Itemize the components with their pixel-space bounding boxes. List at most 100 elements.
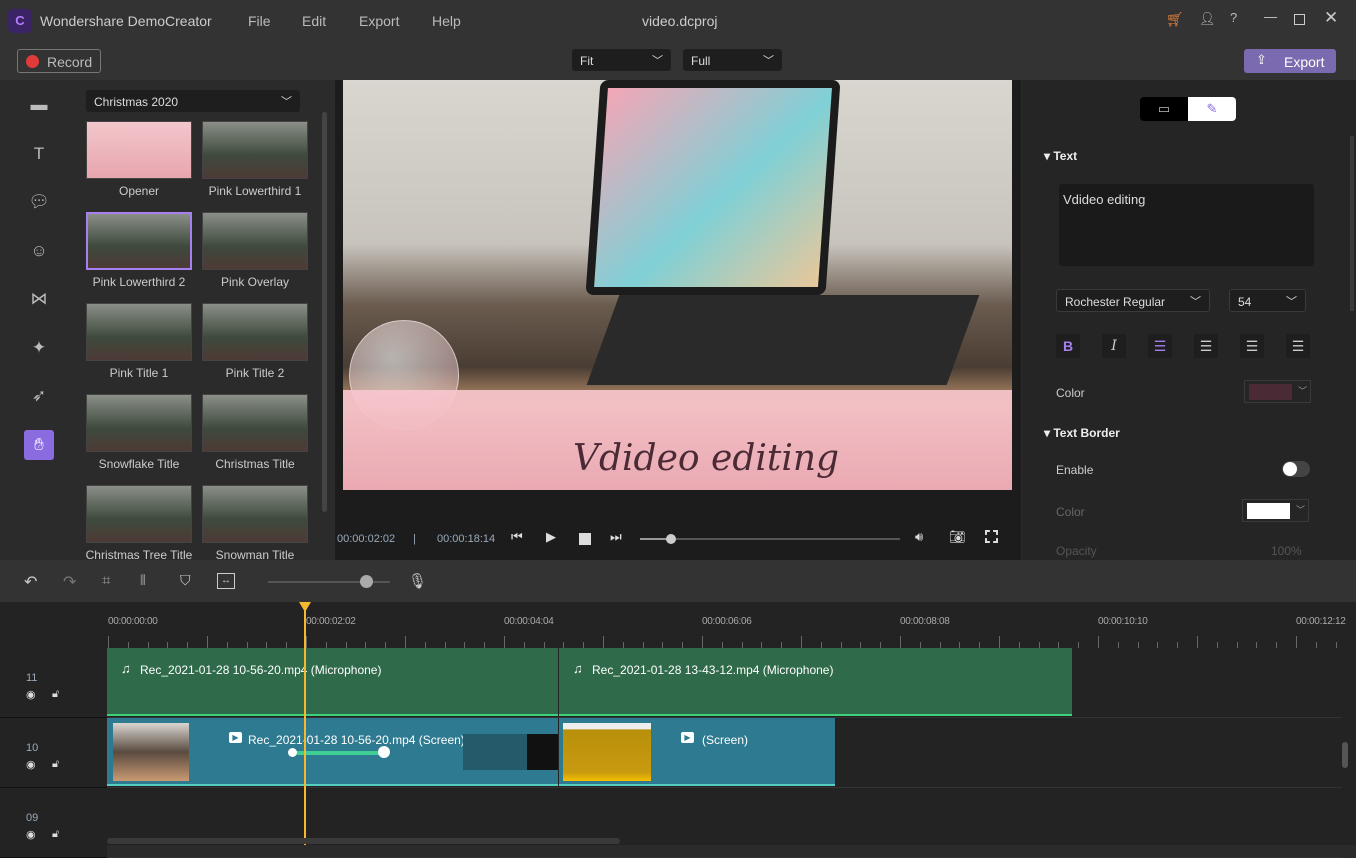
timeline-zoom-slider[interactable]: [268, 575, 390, 588]
text-input[interactable]: Vdideo editing: [1059, 184, 1314, 266]
italic-button[interactable]: I: [1102, 334, 1126, 358]
volume-icon[interactable]: 🔊︎: [915, 529, 923, 545]
category-select[interactable]: Christmas 2020 ﹀: [86, 90, 300, 112]
template-thumbnail[interactable]: [202, 485, 308, 543]
opacity-label: Opacity: [1056, 544, 1097, 558]
track-header: 11 ◉ 🔓︎: [0, 648, 107, 718]
template-thumbnail[interactable]: [86, 303, 192, 361]
text-color-picker[interactable]: ﹀: [1244, 380, 1311, 403]
menu-export[interactable]: Export: [359, 13, 399, 29]
playhead-handle[interactable]: [299, 602, 311, 612]
template-thumbnail[interactable]: [202, 394, 308, 452]
timeline-scrollbar[interactable]: [107, 838, 620, 844]
menu-edit[interactable]: Edit: [302, 13, 326, 29]
minimize-icon[interactable]: —: [1264, 9, 1277, 24]
audio-clip[interactable]: ♫ Rec_2021-01-28 10-56-20.mp4 (Microphone…: [107, 648, 558, 716]
bold-button[interactable]: B: [1056, 334, 1080, 358]
text-section-header[interactable]: ▾ Text: [1044, 149, 1077, 163]
close-icon[interactable]: ✕: [1324, 8, 1338, 28]
ruler-tick: [801, 636, 802, 648]
annotation-icon[interactable]: 💬︎: [24, 187, 54, 217]
properties-panel: ▭ ✎ ▾ Text Vdideo editing Rochester Regu…: [1022, 80, 1356, 560]
time-tick-label: 00:00:04:04: [504, 616, 554, 627]
fit-timeline-icon[interactable]: ↔: [217, 573, 235, 589]
app-logo: C: [8, 9, 32, 33]
font-select[interactable]: Rochester Regular ﹀: [1056, 289, 1210, 312]
audio-clip[interactable]: ♫ Rec_2021-01-28 13-43-12.mp4 (Microphone…: [559, 648, 1072, 716]
zoom-knob[interactable]: [359, 575, 373, 588]
border-color-picker[interactable]: ﹀: [1242, 499, 1309, 522]
motion-start-point[interactable]: [288, 748, 297, 757]
ruler-tick: [108, 636, 109, 648]
crop-icon[interactable]: ⌗: [102, 572, 110, 589]
record-button[interactable]: Record: [17, 49, 101, 73]
template-thumbnail[interactable]: [86, 394, 192, 452]
effects-icon[interactable]: ✦: [24, 333, 54, 363]
stop-icon[interactable]: [579, 533, 591, 545]
folder-icon[interactable]: ▬: [24, 90, 54, 120]
enable-toggle[interactable]: [1282, 461, 1310, 477]
lock-icon[interactable]: 🔓︎: [52, 758, 59, 771]
template-thumbnail[interactable]: [86, 121, 192, 179]
play-icon[interactable]: ▶︎: [546, 529, 556, 545]
redo-icon[interactable]: ↷: [63, 572, 76, 592]
playback-slider[interactable]: [640, 534, 900, 544]
playback-knob[interactable]: [666, 534, 677, 544]
snapshot-icon[interactable]: 📷︎: [949, 529, 966, 545]
transition-icon[interactable]: ⋈: [24, 284, 54, 314]
eye-icon[interactable]: ◉: [26, 828, 36, 841]
motion-end-point[interactable]: [378, 746, 390, 758]
next-frame-icon[interactable]: ⏭︎: [610, 529, 622, 545]
microphone-icon[interactable]: 🎙︎: [408, 572, 427, 590]
font-value: Rochester Regular: [1065, 295, 1166, 309]
split-icon[interactable]: ⫴: [140, 572, 146, 589]
eye-icon[interactable]: ◉: [26, 758, 36, 771]
undo-icon[interactable]: ↶: [24, 572, 37, 592]
zoom-select[interactable]: Fit ﹀: [572, 49, 671, 71]
text-border-section-header[interactable]: ▾ Text Border: [1044, 426, 1120, 440]
align-right-button[interactable]: ☰: [1240, 334, 1264, 358]
tab-video[interactable]: ▭: [1140, 97, 1188, 121]
marker-icon[interactable]: ⛉: [180, 572, 191, 589]
tab-edit[interactable]: ✎: [1188, 97, 1236, 121]
template-thumbnail[interactable]: [202, 212, 308, 270]
captions-icon[interactable]: ✋︎: [24, 429, 54, 460]
justify-button[interactable]: ☰: [1286, 334, 1310, 358]
align-left-button[interactable]: ☰: [1148, 334, 1172, 358]
vertical-scrollbar[interactable]: [1342, 742, 1348, 768]
sticker-icon[interactable]: ☺: [24, 236, 54, 266]
menu-help[interactable]: Help: [432, 13, 461, 29]
video-clip[interactable]: ▶ Rec_2021-01-28 10-56-20.mp4 (Screen): [107, 718, 558, 786]
time-tick-label: 00:00:00:00: [108, 616, 158, 627]
size-select[interactable]: 54 ﹀: [1229, 289, 1306, 312]
ruler-tick: [603, 636, 604, 648]
template-thumbnail[interactable]: [202, 121, 308, 179]
template-thumbnail[interactable]: [202, 303, 308, 361]
preview-caption[interactable]: Vdideo editing: [573, 438, 839, 479]
video-clip[interactable]: ▶ (Screen): [559, 718, 835, 786]
preview-panel: Vdideo editing 00:00:02:02 | 00:00:18:14…: [335, 80, 1021, 560]
playhead[interactable]: [299, 602, 311, 845]
cart-icon[interactable]: 🛒︎: [1166, 11, 1184, 28]
lock-icon[interactable]: 🔓︎: [52, 828, 59, 841]
previous-frame-icon[interactable]: ⏮︎: [511, 529, 523, 545]
lock-icon[interactable]: 🔓︎: [52, 688, 59, 701]
menu-file[interactable]: File: [248, 13, 271, 29]
align-center-button[interactable]: ☰: [1194, 334, 1218, 358]
time-separator: |: [413, 533, 416, 545]
eye-icon[interactable]: ◉: [26, 688, 36, 701]
template-thumbnail[interactable]: [86, 212, 192, 270]
cursor-icon[interactable]: ➶: [24, 381, 54, 411]
help-icon[interactable]: ?: [1230, 10, 1237, 25]
account-icon[interactable]: 👤︎: [1199, 11, 1216, 27]
properties-scrollbar[interactable]: [1350, 136, 1354, 311]
quality-select[interactable]: Full ﹀: [683, 49, 782, 71]
clip-thumbnail: [113, 723, 189, 781]
maximize-icon[interactable]: [1294, 14, 1305, 25]
library-scrollbar[interactable]: [322, 112, 327, 512]
export-button[interactable]: ⇪ Export: [1244, 49, 1336, 73]
template-thumbnail[interactable]: [86, 485, 192, 543]
fullscreen-icon[interactable]: [985, 530, 998, 543]
text-icon[interactable]: T: [24, 139, 54, 169]
time-ruler[interactable]: 00:00:00:00 00:00:02:02 00:00:04:04 00:00:0…: [107, 602, 1346, 648]
